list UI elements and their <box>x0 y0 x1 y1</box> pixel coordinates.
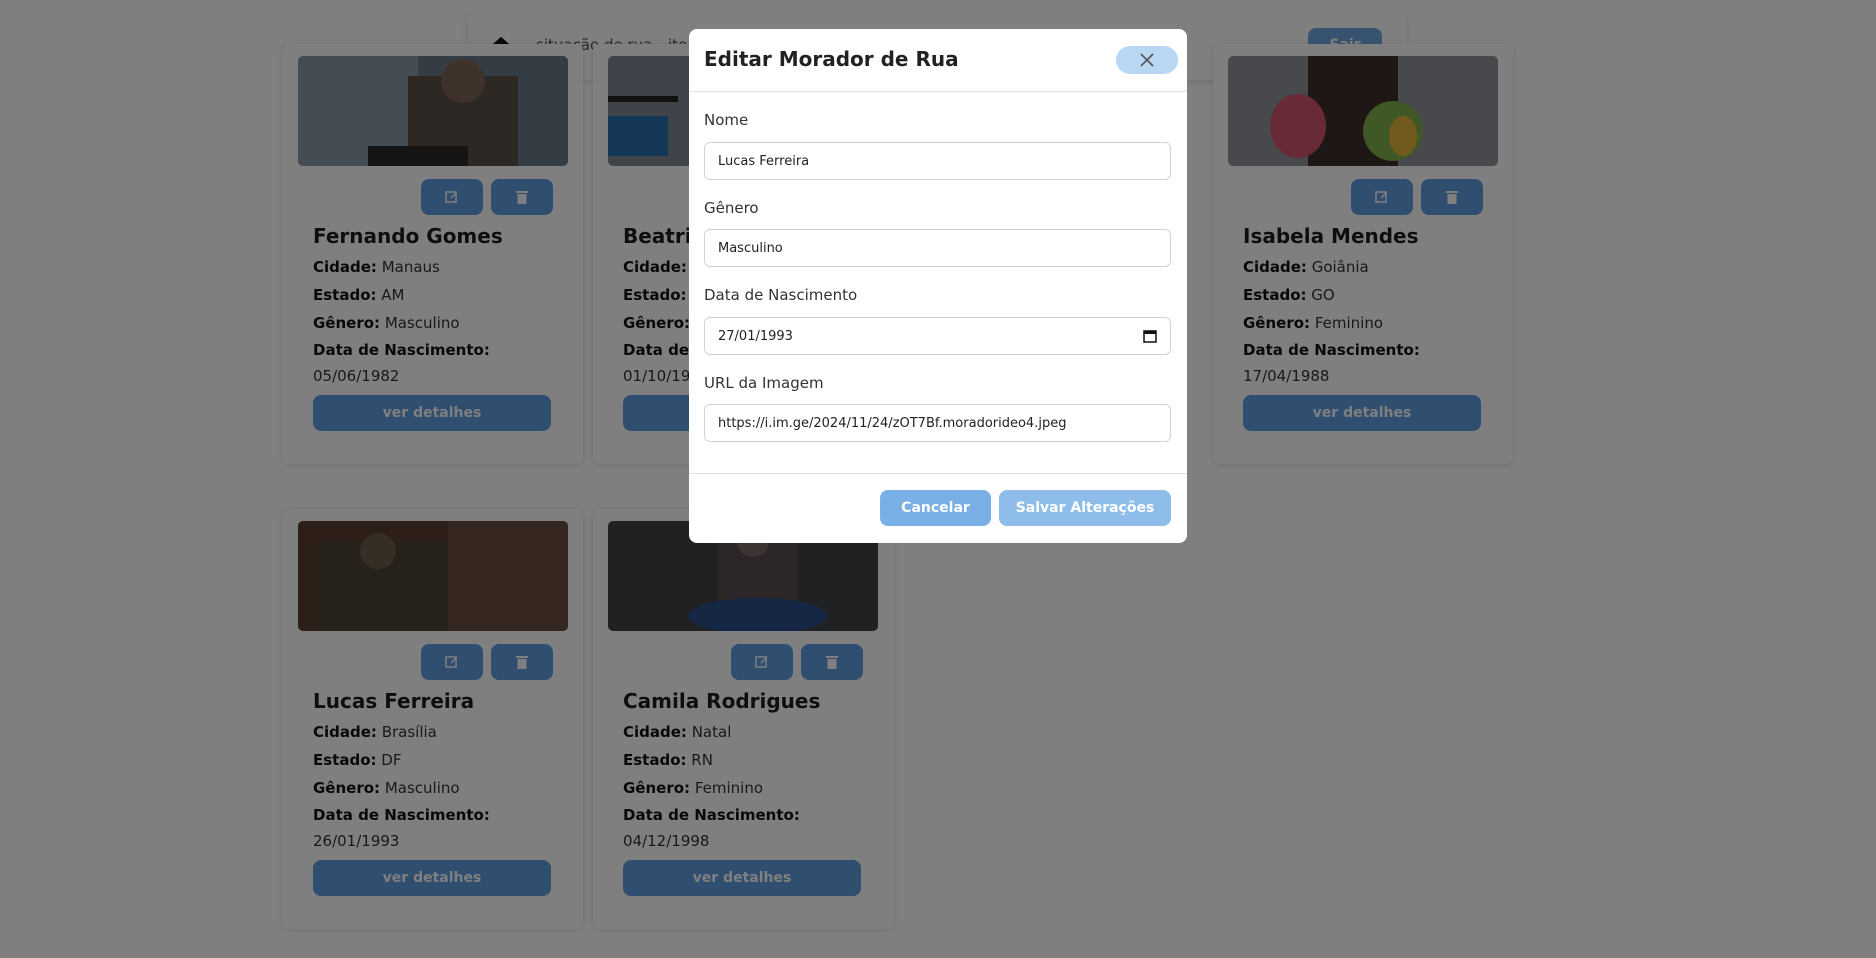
modal-title: Editar Morador de Rua <box>704 47 959 71</box>
name-input[interactable]: Lucas Ferreira <box>704 142 1171 180</box>
gender-input[interactable]: Masculino <box>704 229 1171 267</box>
name-label: Nome <box>704 111 749 129</box>
modal-header: Editar Morador de Rua <box>689 29 1187 92</box>
image-url-input[interactable]: https://i.im.ge/2024/11/24/zOT7Bf.morado… <box>704 404 1171 442</box>
cancel-button[interactable]: Cancelar <box>880 490 991 526</box>
modal-footer <box>689 473 1187 474</box>
image-url-label: URL da Imagem <box>704 374 824 392</box>
gender-label: Gênero <box>704 199 759 217</box>
close-button[interactable] <box>1116 46 1178 74</box>
close-icon <box>1140 53 1154 67</box>
save-changes-button[interactable]: Salvar Alterações <box>999 490 1171 526</box>
calendar-icon[interactable] <box>1143 329 1157 343</box>
dob-input[interactable]: 27/01/1993 <box>704 317 1171 355</box>
dob-label: Data de Nascimento <box>704 286 858 304</box>
edit-resident-modal: Editar Morador de Rua Nome Lucas Ferreir… <box>689 29 1187 543</box>
dob-value: 27/01/1993 <box>718 328 793 344</box>
